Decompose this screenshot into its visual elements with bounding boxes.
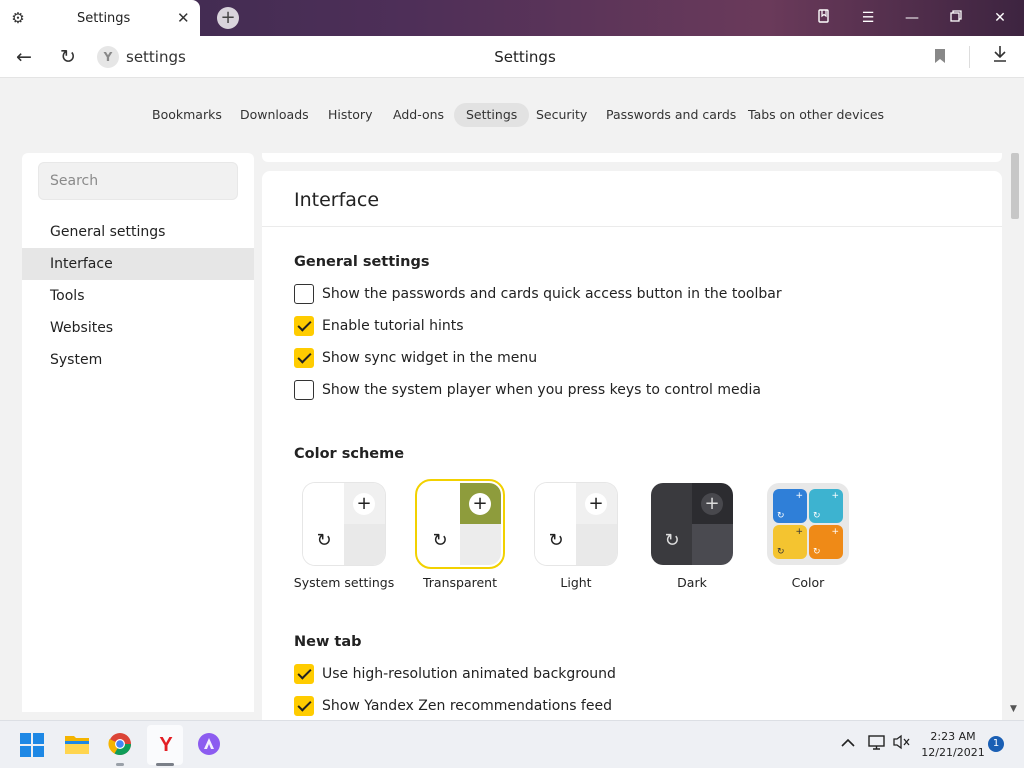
scheme-label: Dark (677, 575, 707, 590)
option-quick-access-button[interactable]: Show the passwords and cards quick acces… (294, 283, 782, 305)
running-indicator (116, 763, 124, 766)
nav-settings[interactable]: Settings (454, 103, 530, 127)
option-label: Show the passwords and cards quick acces… (322, 286, 782, 302)
yandex-browser-icon[interactable]: Y (153, 733, 179, 759)
sidebar-item-interface[interactable]: Interface (22, 248, 254, 280)
checkbox[interactable] (294, 284, 314, 304)
checkbox[interactable] (294, 348, 314, 368)
scroll-thumb[interactable] (1011, 153, 1019, 219)
scheme-preview[interactable]: + ↻ (415, 479, 505, 569)
minimize-icon[interactable]: — (901, 8, 923, 28)
option-label: Show the system player when you press ke… (322, 382, 761, 398)
option-animated-background[interactable]: Use high-resolution animated background (294, 663, 616, 685)
reload-icon: ↻ (664, 530, 680, 551)
nav-add-ons[interactable]: Add-ons (381, 103, 456, 127)
scheme-color[interactable]: + ↻ + ↻ + ↻ + ↻ Color (753, 483, 863, 590)
scheme-system-settings[interactable]: + ↻ System settings (289, 483, 399, 590)
sidebar-item-general-settings[interactable]: General settings (22, 216, 254, 248)
windows-start-icon[interactable] (20, 733, 46, 759)
new-tab-button[interactable]: + (217, 7, 239, 29)
alice-assistant-icon[interactable] (197, 732, 223, 758)
option-sync-widget[interactable]: Show sync widget in the menu (294, 347, 537, 369)
clock-time: 2:23 AM (930, 730, 976, 743)
divider (262, 226, 1002, 227)
search-input[interactable] (39, 163, 237, 199)
settings-content: Interface General settings Show the pass… (262, 171, 1002, 720)
address-bar: ← ↻ Y settings Settings (0, 36, 1024, 78)
close-tab-icon[interactable]: ✕ (177, 9, 190, 27)
reload-icon: ↻ (548, 530, 564, 551)
nav-security[interactable]: Security (524, 103, 599, 127)
bookmarks-panel-icon[interactable] (813, 8, 835, 28)
clock-date: 12/21/2021 (921, 746, 985, 759)
tab-settings[interactable]: ⚙ Settings ✕ (0, 0, 200, 36)
sidebar-item-websites[interactable]: Websites (22, 312, 254, 344)
plus-icon: + (701, 493, 723, 515)
title-bar: ⚙ Settings ✕ + ☰ — ✕ (0, 0, 1024, 36)
scheme-preview[interactable]: + ↻ (651, 483, 733, 565)
sidebar-item-tools[interactable]: Tools (22, 280, 254, 312)
network-icon[interactable] (868, 734, 886, 754)
notification-badge[interactable]: 1 (988, 736, 1004, 752)
chevron-up-icon[interactable] (841, 733, 855, 752)
plus-icon: + (353, 493, 375, 515)
scheme-light[interactable]: + ↻ Light (521, 483, 631, 590)
sidebar-item-system[interactable]: System (22, 344, 254, 376)
scroll-down-arrow-icon[interactable]: ▼ (1010, 704, 1017, 714)
scheme-preview[interactable]: + ↻ + ↻ + ↻ + ↻ (767, 483, 849, 565)
general-settings-heading: General settings (294, 254, 430, 270)
scheme-preview[interactable]: + ↻ (303, 483, 385, 565)
scheme-transparent[interactable]: + ↻ Transparent (405, 479, 515, 590)
option-label: Show Yandex Zen recommendations feed (322, 698, 612, 714)
scheme-label: System settings (293, 575, 395, 590)
checkbox[interactable] (294, 696, 314, 716)
option-tutorial-hints[interactable]: Enable tutorial hints (294, 315, 464, 337)
option-label: Enable tutorial hints (322, 318, 464, 334)
option-zen-feed[interactable]: Show Yandex Zen recommendations feed (294, 695, 612, 717)
settings-sidebar: General settings Interface Tools Website… (22, 153, 254, 712)
menu-icon[interactable]: ☰ (857, 8, 879, 28)
checkbox[interactable] (294, 316, 314, 336)
speaker-muted-icon[interactable] (893, 734, 911, 754)
reload-icon: ↻ (432, 530, 448, 551)
reload-icon: ↻ (316, 530, 332, 551)
plus-icon: + (469, 493, 491, 515)
scrollbar[interactable]: ▼ (1008, 153, 1022, 718)
previous-section-edge (262, 153, 1002, 162)
nav-tabs-on-other-devices[interactable]: Tabs on other devices (736, 103, 896, 127)
nav-passwords-and-cards[interactable]: Passwords and cards (594, 103, 748, 127)
gear-icon: ⚙ (11, 9, 25, 27)
active-indicator (156, 763, 174, 766)
option-system-player[interactable]: Show the system player when you press ke… (294, 379, 761, 401)
search-box (38, 162, 238, 200)
page-title: Settings (494, 48, 556, 66)
clock[interactable]: 2:23 AM 12/21/2021 (920, 729, 986, 761)
download-icon[interactable] (988, 45, 1012, 69)
scheme-dark[interactable]: + ↻ Dark (637, 483, 747, 590)
restore-icon[interactable] (945, 8, 967, 28)
file-explorer-icon[interactable] (64, 732, 90, 758)
checkbox[interactable] (294, 380, 314, 400)
new-tab-heading: New tab (294, 634, 362, 650)
close-window-icon[interactable]: ✕ (989, 8, 1011, 28)
checkbox[interactable] (294, 664, 314, 684)
scheme-label: Color (791, 575, 825, 590)
content-title: Interface (294, 189, 380, 211)
bookmark-icon[interactable] (928, 45, 952, 69)
toolbar-divider (969, 46, 970, 68)
scheme-label: Light (560, 575, 592, 590)
section-nav: Bookmarks Downloads History Add-ons Sett… (0, 100, 1024, 130)
color-scheme-heading: Color scheme (294, 446, 405, 462)
scheme-preview[interactable]: + ↻ (535, 483, 617, 565)
tab-title: Settings (77, 11, 131, 26)
plus-icon: + (585, 493, 607, 515)
nav-history[interactable]: History (316, 103, 384, 127)
scheme-label: Transparent (422, 575, 497, 590)
option-label: Show sync widget in the menu (322, 350, 538, 366)
option-label: Use high-resolution animated background (322, 666, 616, 682)
chrome-icon[interactable] (108, 732, 134, 758)
nav-downloads[interactable]: Downloads (228, 103, 321, 127)
nav-bookmarks[interactable]: Bookmarks (140, 103, 234, 127)
taskbar: Y 2:23 AM 12/21/2021 1 (0, 720, 1024, 768)
